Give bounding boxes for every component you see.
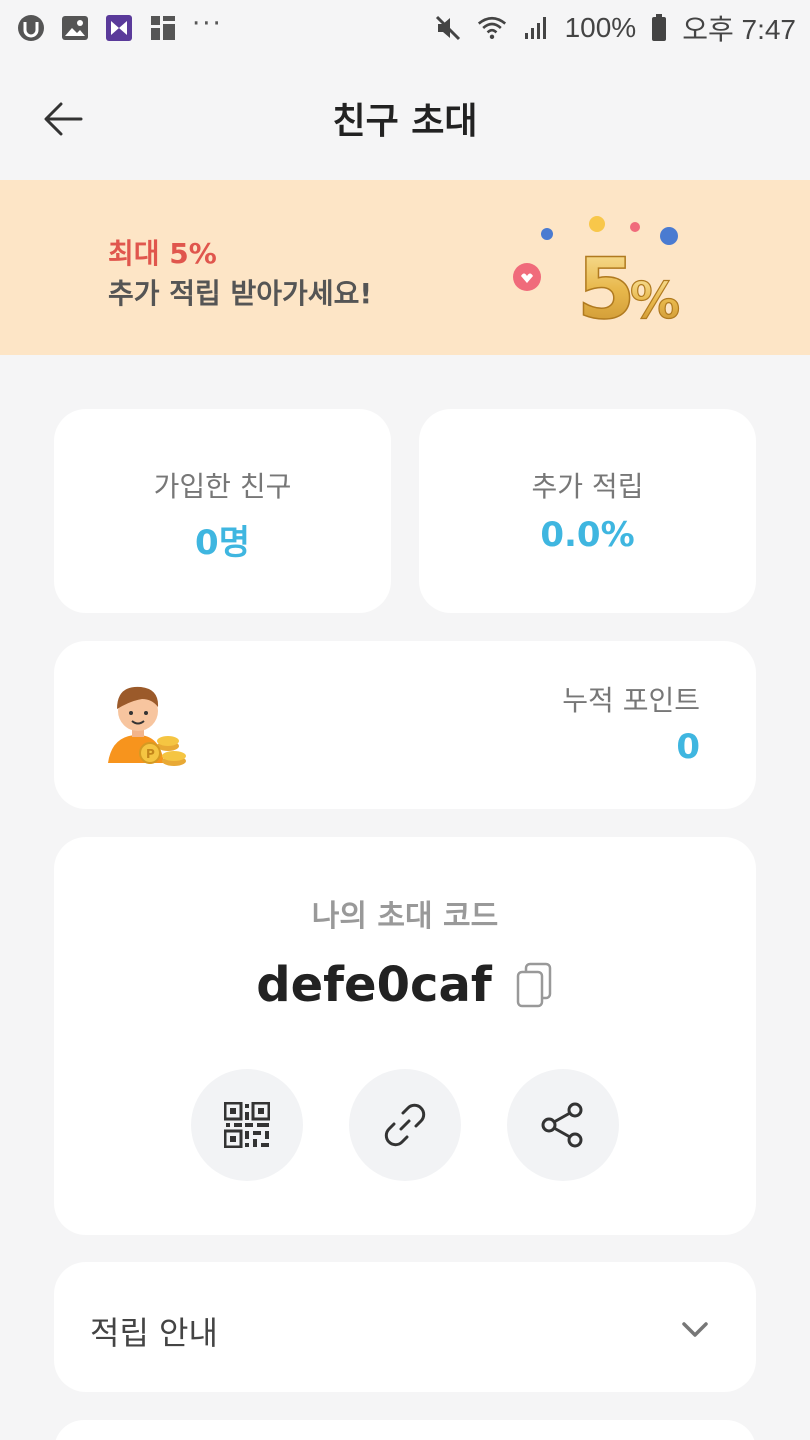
- joined-friends-label: 가입한 친구: [153, 470, 292, 503]
- chevron-down-icon: [682, 1322, 708, 1337]
- gallery-icon: [60, 13, 90, 43]
- reward-guide-accordion[interactable]: 적립 안내: [54, 1262, 756, 1392]
- share-actions: [54, 1069, 756, 1181]
- next-section-card: [54, 1420, 756, 1440]
- more-dots-icon: ···: [192, 9, 223, 39]
- joined-friends-card: 가입한 친구 0명: [54, 409, 391, 613]
- bonus-rate-value: 0.0%: [540, 515, 635, 555]
- back-button[interactable]: [40, 96, 86, 142]
- bonus-rate-label: 추가 적립: [531, 470, 644, 503]
- status-bar-right: 100% 오후 7:47: [433, 8, 796, 48]
- arrow-left-icon: [44, 102, 83, 136]
- banner-subline: 추가 적립 받아가세요!: [108, 277, 373, 310]
- invite-code-label: 나의 초대 코드: [311, 899, 499, 934]
- five-percent-illustration: 5 %: [513, 216, 681, 330]
- signal-icon: [521, 13, 551, 43]
- wifi-icon: [477, 13, 507, 43]
- accumulated-points-label: 누적 포인트: [562, 684, 700, 717]
- share-button[interactable]: [507, 1069, 619, 1181]
- svg-text:5: 5: [577, 240, 635, 330]
- link-icon: [384, 1103, 426, 1147]
- reward-guide-title: 적립 안내: [90, 1314, 218, 1352]
- app-header: 친구 초대: [0, 56, 810, 180]
- mute-icon: [433, 13, 463, 43]
- svg-text:P: P: [146, 747, 155, 761]
- copy-icon: [516, 962, 551, 1008]
- svg-text:%: %: [630, 272, 680, 330]
- app-grid-icon: [148, 13, 178, 43]
- promo-banner[interactable]: 최대 5% 추가 적립 받아가세요! 5 %: [0, 180, 810, 355]
- media-app-icon: [104, 13, 134, 43]
- qr-code-button[interactable]: [191, 1069, 303, 1181]
- joined-friends-value: 0명: [195, 523, 250, 563]
- qr-code-icon: [224, 1102, 270, 1148]
- page-title: 친구 초대: [332, 101, 478, 142]
- status-bar-left: ···: [16, 9, 223, 43]
- invite-code-row: defe0caf: [54, 957, 756, 1013]
- clock: 오후 7:47: [682, 14, 796, 45]
- invite-code-card: 나의 초대 코드 defe0caf: [54, 837, 756, 1235]
- battery-percent: 100%: [564, 12, 637, 43]
- invite-code-value: defe0caf: [256, 957, 492, 1013]
- u-plus-app-icon: [16, 13, 46, 43]
- battery-icon: [650, 13, 668, 43]
- status-bar: ··· 100% 오후 7:47: [0, 0, 810, 56]
- share-icon: [541, 1102, 583, 1148]
- copy-link-button[interactable]: [349, 1069, 461, 1181]
- copy-code-button[interactable]: [514, 961, 554, 1009]
- accumulated-points-value: 0: [676, 727, 700, 767]
- banner-headline: 최대 5%: [108, 237, 217, 270]
- accumulated-points-card: P 누적 포인트 0: [54, 641, 756, 809]
- avatar-with-coins-icon: P: [108, 686, 186, 766]
- bonus-rate-card: 추가 적립 0.0%: [419, 409, 756, 613]
